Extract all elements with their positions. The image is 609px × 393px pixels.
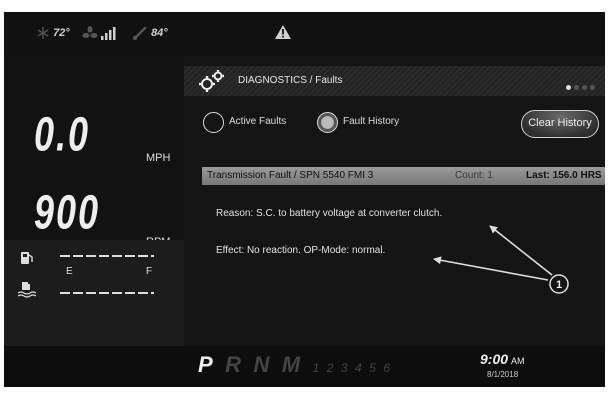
thermometer-icon [132,26,147,41]
gear-m: M [281,352,301,377]
dashboard-screen: 72° 84° 0.0 MPH 900 RP M E F [4,12,605,387]
gear-n: N [253,352,270,377]
gear-1: 1 [312,361,320,375]
callout-arrow-reason [489,225,553,276]
speed-value: 0.0 [34,106,91,162]
clock-date: 8/1/2018 [487,370,519,379]
fuel-empty-label: E [66,266,73,277]
gear-p: P [198,352,213,377]
speed-unit: MPH [146,152,171,164]
gear-r: R [225,352,242,377]
fuel-pump-icon [21,252,33,264]
diagnostics-panel: DIAGNOSTICS / Faults Active Faults Fault… [184,66,605,346]
clock-time-value: 9:00 [480,351,509,367]
gear-4: 4 [355,361,362,375]
engine-temp-status: 84° [132,26,168,41]
rpm-value: 900 [34,184,101,240]
callout-arrows: 1 [433,225,569,294]
callout-number: 1 [556,279,562,291]
engine-temp-value: 84° [151,26,168,39]
top-status-bar: 72° 84° [4,12,605,56]
gear-6: 6 [383,361,390,375]
gear-3: 3 [340,361,348,375]
fuel-level-bar [60,255,154,257]
outside-temp-status: 72° [36,26,70,40]
callout-arrow-effect [433,256,549,281]
fan-icon [82,26,98,38]
snowflake-icon [37,27,49,39]
bottom-status-bar: P R N M 1 2 3 4 5 6 9:00 AM 8/1/2018 [4,346,605,387]
gear-2: 2 [326,361,334,375]
signal-strength-icon [101,27,116,40]
def-level-bar [60,292,154,294]
fluid-gauges: E F [4,240,184,346]
outside-temp-value: 72° [53,26,70,39]
gear-selector: P R N M 1 2 3 4 5 6 [198,352,393,378]
clock-time: 9:00 AM [480,351,525,367]
fuel-full-label: F [146,266,153,277]
gear-5: 5 [369,361,376,375]
fan-signal-status [82,26,119,40]
clock-ampm: AM [511,356,525,366]
warning-icon[interactable] [274,24,292,45]
def-fluid-icon [17,282,36,298]
